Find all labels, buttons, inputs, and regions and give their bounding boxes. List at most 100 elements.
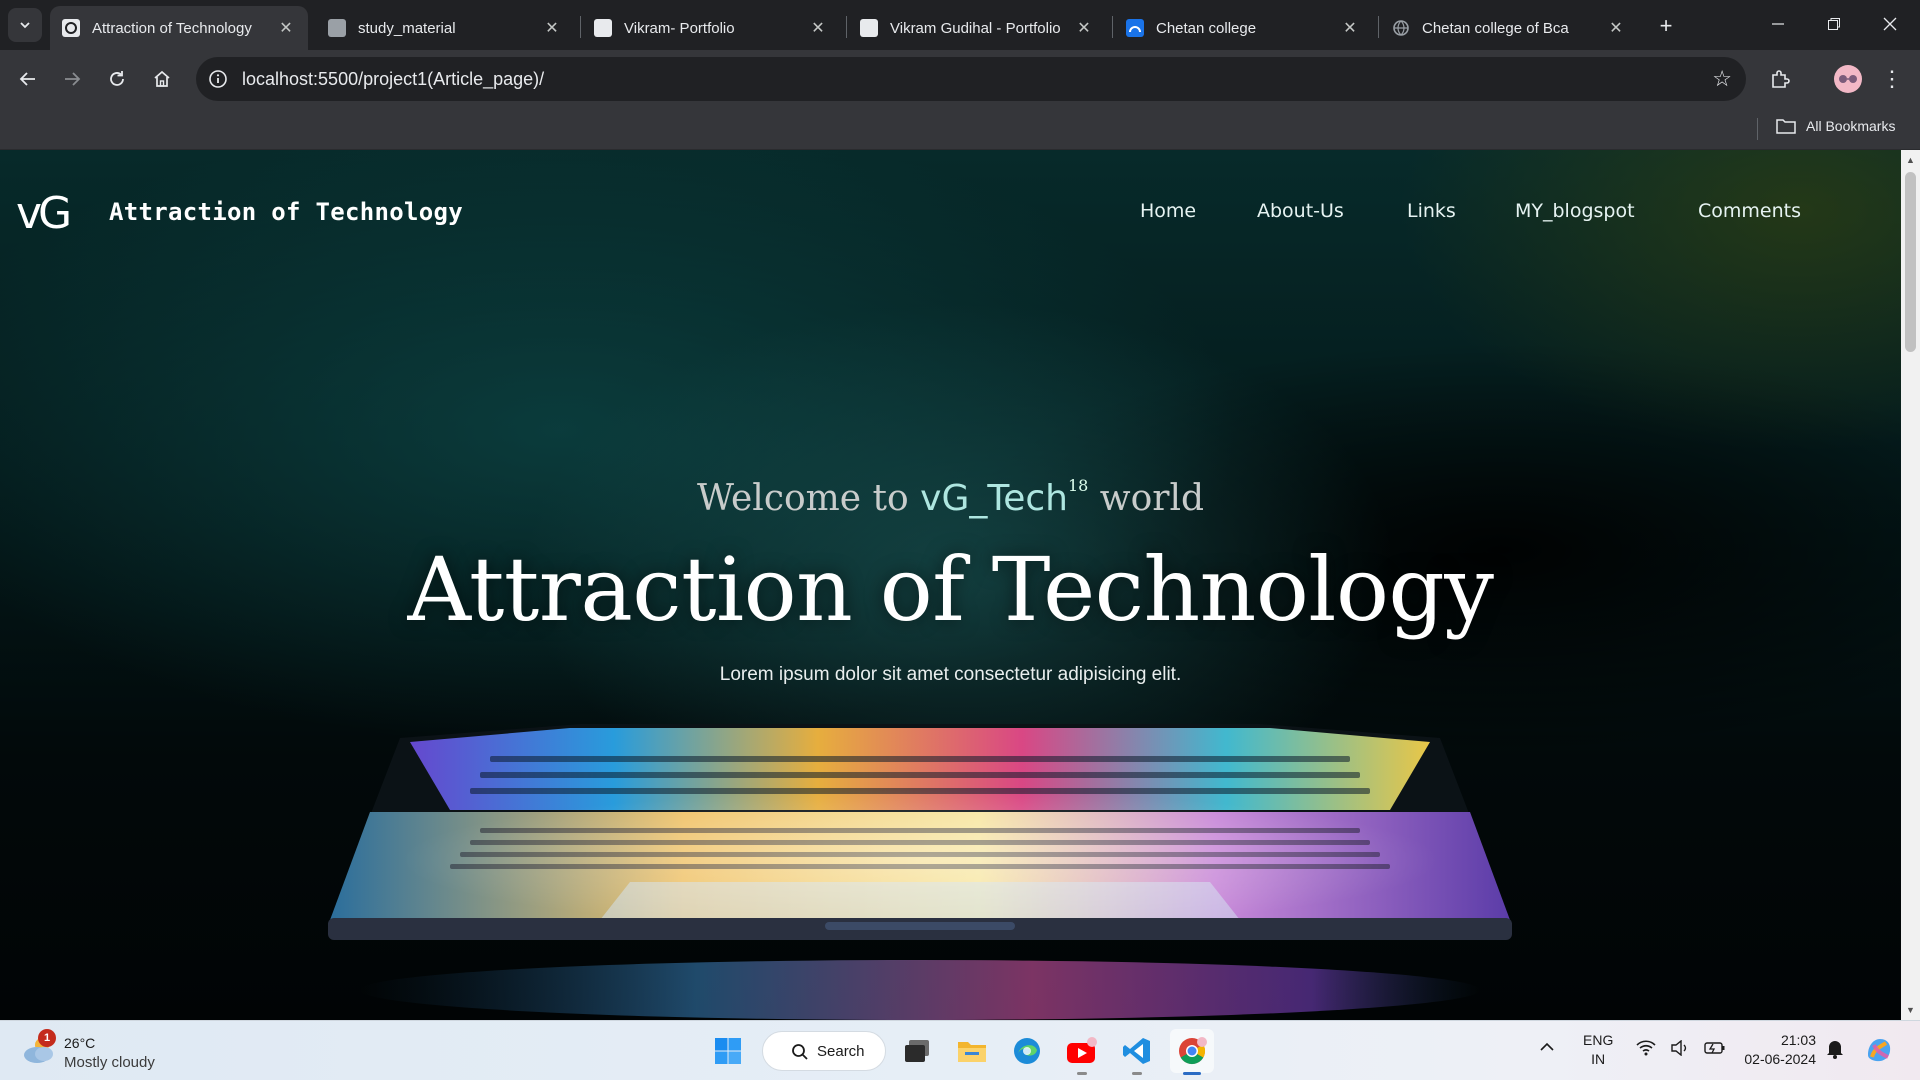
- edge-button[interactable]: [1005, 1029, 1049, 1073]
- tab-separator: [846, 16, 847, 38]
- chrome-button[interactable]: [1170, 1029, 1214, 1073]
- welcome-suffix: world: [1099, 478, 1205, 519]
- scrollbar-thumb[interactable]: [1905, 172, 1916, 352]
- minimize-icon: [1772, 23, 1784, 25]
- tab-separator: [580, 16, 581, 38]
- tab-title: study_material: [358, 19, 456, 37]
- arrow-right-icon: [65, 72, 81, 86]
- nav-my-blogspot[interactable]: MY_blogspot: [1515, 200, 1635, 222]
- language-line2: IN: [1591, 1051, 1606, 1067]
- nav-home[interactable]: Home: [1140, 200, 1196, 222]
- tab-vikram-portfolio[interactable]: Vikram- Portfolio ✕: [582, 6, 840, 50]
- copilot-icon[interactable]: [1864, 1035, 1894, 1065]
- logo-text: vG: [16, 190, 69, 236]
- nav-links[interactable]: Links: [1407, 200, 1456, 222]
- reload-button[interactable]: [97, 59, 137, 99]
- profile-glasses-icon: [1839, 75, 1857, 83]
- document-icon: [328, 19, 346, 37]
- url-text[interactable]: localhost:5500/project1(Article_page)/: [242, 69, 544, 90]
- task-view-icon: [905, 1040, 929, 1062]
- profile-avatar[interactable]: [1834, 65, 1862, 93]
- tab-separator: [1112, 16, 1113, 38]
- hero-welcome: Welcome to vG_Tech18 world: [0, 476, 1901, 519]
- bookmarks-bar: All Bookmarks: [0, 108, 1920, 150]
- language-line1: ENG: [1583, 1032, 1614, 1048]
- task-view-button[interactable]: [895, 1029, 939, 1073]
- tab-strip: Attraction of Technology ✕ study_materia…: [0, 0, 1920, 50]
- minimize-button[interactable]: [1750, 0, 1806, 48]
- home-button[interactable]: [142, 59, 182, 99]
- tab-attraction-of-technology[interactable]: Attraction of Technology ✕: [50, 6, 308, 50]
- all-bookmarks-button[interactable]: All Bookmarks: [1776, 118, 1895, 134]
- tab-vikram-gudihal-portfolio[interactable]: Vikram Gudihal - Portfolio ✕: [848, 6, 1106, 50]
- clock-date: 02-06-2024: [1744, 1051, 1816, 1067]
- tab-search-button[interactable]: [8, 8, 42, 42]
- clock-time: 21:03: [1780, 1032, 1816, 1048]
- restore-button[interactable]: [1806, 0, 1862, 48]
- close-tab-icon[interactable]: ✕: [1340, 18, 1360, 38]
- arrow-left-icon: [19, 72, 35, 86]
- youtube-button[interactable]: [1060, 1029, 1104, 1073]
- site-info-icon[interactable]: [204, 65, 232, 93]
- puzzle-icon: [1772, 70, 1790, 88]
- system-clock[interactable]: 21:03 02-06-2024: [1736, 1031, 1816, 1069]
- weather-widget[interactable]: 1 26°C Mostly cloudy: [20, 1029, 220, 1073]
- vscode-button[interactable]: [1115, 1029, 1159, 1073]
- page-viewport: vG Attraction of Technology Home About-U…: [0, 150, 1901, 1020]
- extensions-button[interactable]: [1764, 63, 1796, 95]
- new-tab-button[interactable]: +: [1652, 12, 1680, 40]
- page-scrollbar[interactable]: ▲ ▼: [1901, 150, 1920, 1020]
- globe-icon: [1392, 19, 1410, 37]
- hero-subtitle: Lorem ipsum dolor sit amet consectetur a…: [719, 664, 1182, 685]
- tab-study-material[interactable]: study_material ✕: [316, 6, 574, 50]
- tab-title: Attraction of Technology: [92, 19, 252, 37]
- close-tab-icon[interactable]: ✕: [276, 18, 296, 38]
- close-window-button[interactable]: [1862, 0, 1918, 48]
- folder-icon: [1776, 119, 1796, 134]
- bookmark-star-icon[interactable]: ☆: [1712, 66, 1732, 92]
- brand-name: vG_Tech: [920, 478, 1068, 519]
- browser-menu-button[interactable]: ⋮: [1880, 63, 1904, 95]
- file-explorer-icon: [958, 1042, 986, 1062]
- active-indicator: [1183, 1072, 1201, 1075]
- browser-toolbar: localhost:5500/project1(Article_page)/ ☆…: [0, 50, 1920, 108]
- close-tab-icon[interactable]: ✕: [1074, 18, 1094, 38]
- taskbar-search[interactable]: Search: [762, 1031, 886, 1071]
- scroll-up-arrow-icon[interactable]: ▲: [1901, 152, 1920, 168]
- search-label: Search: [817, 1042, 865, 1060]
- language-indicator[interactable]: ENG IN: [1583, 1031, 1613, 1069]
- wifi-icon: [1636, 1040, 1656, 1056]
- tab-chetan-college-of-bca[interactable]: Chetan college of Bca ✕: [1380, 6, 1638, 50]
- all-bookmarks-label: All Bookmarks: [1806, 118, 1896, 134]
- back-button[interactable]: [8, 59, 48, 99]
- vg-logo-icon: [62, 19, 80, 37]
- tab-title: Vikram Gudihal - Portfolio: [890, 19, 1061, 37]
- weather-condition: Mostly cloudy: [64, 1054, 155, 1071]
- tab-separator: [1378, 16, 1379, 38]
- notification-bell-icon[interactable]: [1826, 1039, 1844, 1059]
- system-tray[interactable]: [1636, 1040, 1726, 1056]
- welcome-prefix: Welcome to: [696, 478, 909, 519]
- file-explorer-button[interactable]: [950, 1029, 994, 1073]
- page-icon: [860, 19, 878, 37]
- tab-chetan-college[interactable]: Chetan college ✕: [1114, 6, 1372, 50]
- chevron-down-icon: [20, 22, 30, 29]
- nav-about-us[interactable]: About-Us: [1257, 200, 1344, 222]
- search-icon: [792, 1044, 808, 1060]
- close-tab-icon[interactable]: ✕: [542, 18, 562, 38]
- reload-icon: [110, 71, 124, 86]
- chrome-icon: [1179, 1037, 1207, 1065]
- site-title: Attraction of Technology: [109, 198, 463, 226]
- forward-button[interactable]: [52, 59, 92, 99]
- close-tab-icon[interactable]: ✕: [808, 18, 828, 38]
- scroll-down-arrow-icon[interactable]: ▼: [1901, 1002, 1920, 1018]
- nav-comments[interactable]: Comments: [1698, 200, 1801, 222]
- start-button[interactable]: [706, 1029, 750, 1073]
- tab-title: Vikram- Portfolio: [624, 19, 735, 37]
- address-bar[interactable]: localhost:5500/project1(Article_page)/ ☆: [196, 57, 1746, 101]
- site-logo[interactable]: vG: [16, 190, 90, 236]
- close-tab-icon[interactable]: ✕: [1606, 18, 1626, 38]
- show-hidden-icons-button[interactable]: [1540, 1039, 1554, 1055]
- volume-icon: [1671, 1040, 1687, 1056]
- college-logo-icon: [1126, 19, 1144, 37]
